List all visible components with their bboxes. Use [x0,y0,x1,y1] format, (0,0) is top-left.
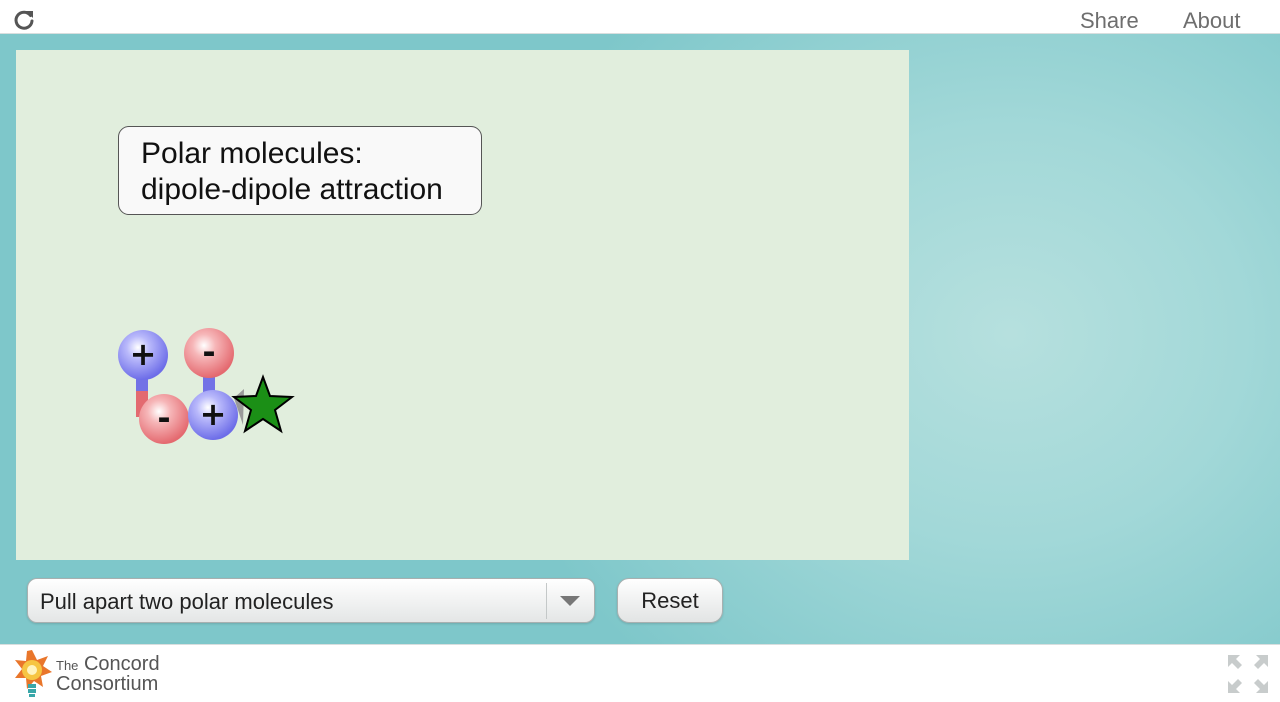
simulation-canvas[interactable]: Polar molecules: dipole-dipole attractio… [16,50,909,560]
polar-molecules[interactable]: + - - + [116,315,296,455]
fullscreen-icon[interactable] [1226,653,1270,695]
scenario-select[interactable]: Pull apart two polar molecules [27,578,595,623]
select-divider [546,583,547,619]
reset-button[interactable]: Reset [617,578,723,623]
logo-concord: Concord [83,653,160,675]
concord-logo-text[interactable]: The Concord Consortium [56,653,160,695]
reload-icon[interactable] [13,9,35,31]
top-bar: Share About [0,0,1280,34]
atom-negative[interactable]: - [139,394,189,444]
bottom-bar: The Concord Consortium [0,644,1280,702]
svg-text:-: - [202,333,215,371]
about-link[interactable]: About [1183,8,1241,34]
atom-negative[interactable]: - [184,328,234,378]
simulation-title-line2: dipole-dipole attraction [141,173,443,206]
svg-text:+: + [130,335,157,373]
svg-text:-: - [157,399,170,437]
simulation-title-box: Polar molecules: dipole-dipole attractio… [118,126,482,215]
chevron-down-icon[interactable] [560,596,580,606]
atom-positive[interactable]: + [118,330,168,380]
svg-text:+: + [200,395,227,433]
atom-positive[interactable]: + [188,390,238,440]
main-area: Polar molecules: dipole-dipole attractio… [0,34,1280,644]
logo-the: The [56,658,79,673]
scenario-select-value: Pull apart two polar molecules [40,589,334,614]
simulation-title-line1: Polar molecules: [141,137,363,170]
concord-logo-icon[interactable] [10,649,54,699]
share-link[interactable]: Share [1080,8,1139,34]
logo-consortium: Consortium [56,673,159,695]
